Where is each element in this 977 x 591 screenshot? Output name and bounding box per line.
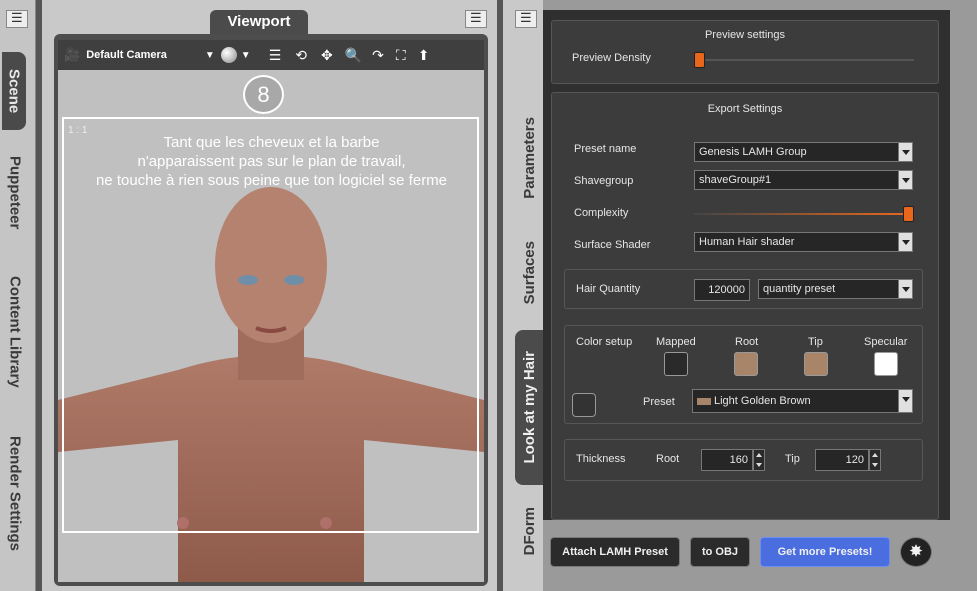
options-icon[interactable]: ☰ (269, 47, 282, 64)
shavegroup-select[interactable]: shaveGroup#1 (694, 170, 913, 190)
thickness-label: Thickness (576, 453, 626, 465)
tab-puppeteer-label: Puppeteer (6, 156, 24, 230)
complexity-label: Complexity (574, 207, 629, 219)
preview-settings-title: Preview settings (704, 29, 786, 41)
color-preset-label: Preset (643, 396, 675, 408)
hair-quantity-label: Hair Quantity (576, 283, 641, 295)
tab-dform-label: DForm (520, 506, 538, 556)
pane-menu-icon[interactable] (6, 10, 28, 28)
color-preset-select[interactable]: Light Golden Brown (692, 389, 913, 413)
panel-menu-icon[interactable] (515, 10, 537, 28)
tab-surfaces-label: Surfaces (520, 240, 538, 305)
tab-render-settings-label: Render Settings (6, 436, 24, 552)
left-tab-strip: Scene Puppeteer Content Library Render S… (0, 0, 36, 591)
chevron-down-icon[interactable] (898, 171, 912, 189)
attach-lamh-preset-button[interactable]: Attach LAMH Preset (550, 537, 680, 567)
camera-icon: 🎥 (64, 47, 81, 62)
lamh-logo-icon[interactable]: ✸ (900, 537, 932, 567)
tip-color-swatch[interactable] (804, 352, 828, 376)
preset-name-label: Preset name (574, 143, 637, 155)
thickness-root-input[interactable]: 160 (701, 449, 753, 471)
thickness-tip-spinner[interactable] (869, 449, 881, 471)
tab-scene-label: Scene (5, 68, 23, 114)
surface-shader-select[interactable]: Human Hair shader (694, 232, 913, 252)
preview-density-label: Preview Density (572, 52, 651, 64)
rotate-icon[interactable]: ↷ (372, 47, 384, 64)
overlay-line: Tant que les cheveux et la barbe (163, 134, 380, 151)
tab-dform[interactable]: DForm (515, 500, 543, 562)
quantity-preset-select[interactable]: quantity preset (758, 279, 913, 299)
preview-density-slider[interactable] (694, 52, 705, 68)
overlay-line: n'apparaissent pas sur le plan de travai… (137, 153, 406, 170)
tab-parameters[interactable]: Parameters (515, 105, 543, 210)
complexity-slider[interactable] (903, 206, 914, 222)
get-more-presets-button[interactable]: Get more Presets! (760, 537, 890, 567)
zoom-icon[interactable]: 🔍 (345, 47, 362, 64)
root-color-swatch[interactable] (734, 352, 758, 376)
export-settings-title: Export Settings (707, 103, 783, 115)
tab-surfaces[interactable]: Surfaces (515, 230, 543, 315)
camera-select[interactable]: Default Camera (86, 49, 167, 61)
surface-shader-value: Human Hair shader (699, 236, 795, 248)
complexity-track[interactable] (694, 213, 908, 215)
mapped-label: Mapped (656, 336, 696, 348)
tab-scene[interactable]: Scene (2, 52, 26, 130)
camera-dropdown-icon[interactable]: ▼ (205, 50, 215, 61)
draw-style-dropdown-icon[interactable]: ▼ (241, 50, 251, 61)
frame-icon[interactable]: ⛶ (396, 47, 406, 64)
tab-look-at-my-hair[interactable]: Look at my Hair (515, 330, 543, 485)
tab-content-library[interactable]: Content Library (0, 262, 30, 402)
tab-content-library-label: Content Library (6, 276, 24, 388)
overlay-line: ne touche à rien sous peine que ton logi… (95, 172, 448, 189)
chevron-down-icon[interactable] (898, 280, 912, 298)
chevron-down-icon[interactable] (898, 143, 912, 161)
chevron-down-icon[interactable] (898, 233, 912, 251)
viewport-menu-icon[interactable] (465, 10, 487, 28)
specular-swatch[interactable] (874, 352, 898, 376)
preset-toggle-checkbox[interactable] (572, 393, 596, 417)
shavegroup-value: shaveGroup#1 (699, 174, 772, 186)
pan-icon[interactable]: ✥ (321, 47, 333, 64)
preview-density-track[interactable] (696, 59, 914, 61)
step-badge: 8 (243, 75, 284, 114)
orbit-icon[interactable]: ⟲ (295, 47, 307, 64)
tab-render-settings[interactable]: Render Settings (0, 424, 30, 564)
thickness-root-label: Root (656, 453, 680, 465)
color-setup-label: Color setup (576, 336, 633, 348)
quantity-preset-value: quantity preset (763, 283, 836, 295)
specular-label: Specular (864, 336, 908, 348)
root-color-label: Root (735, 336, 759, 348)
tab-look-at-my-hair-label: Look at my Hair (520, 351, 538, 464)
preset-name-value: Genesis LAMH Group (699, 146, 807, 158)
color-preset-value: Light Golden Brown (714, 395, 811, 407)
surface-shader-label: Surface Shader (574, 239, 651, 251)
draw-style-icon[interactable] (220, 47, 237, 63)
hair-quantity-input[interactable]: 120000 (694, 279, 750, 301)
tip-color-label: Tip (808, 336, 823, 348)
to-obj-button[interactable]: to OBJ (690, 537, 750, 567)
tab-puppeteer[interactable]: Puppeteer (0, 148, 30, 238)
tab-parameters-label: Parameters (520, 116, 538, 199)
viewport-toolbar: 🎥 Default Camera ▼ ▼ ☰ ⟲ ✥ 🔍 ↷ ⛶ ⬆ (58, 40, 484, 70)
preset-name-select[interactable]: Genesis LAMH Group (694, 142, 913, 162)
mapped-swatch[interactable] (664, 352, 688, 376)
chevron-down-icon[interactable] (898, 390, 912, 412)
shavegroup-label: Shavegroup (574, 175, 634, 187)
viewport-tab[interactable]: Viewport (210, 10, 308, 34)
up-arrow-icon[interactable]: ⬆ (418, 47, 430, 64)
thickness-root-spinner[interactable] (753, 449, 765, 471)
color-chip-icon (697, 397, 711, 405)
thickness-tip-input[interactable]: 120 (815, 449, 869, 471)
overlay-note: Tant que les cheveux et la barbe n'appar… (80, 133, 463, 190)
thickness-tip-label: Tip (785, 453, 800, 465)
